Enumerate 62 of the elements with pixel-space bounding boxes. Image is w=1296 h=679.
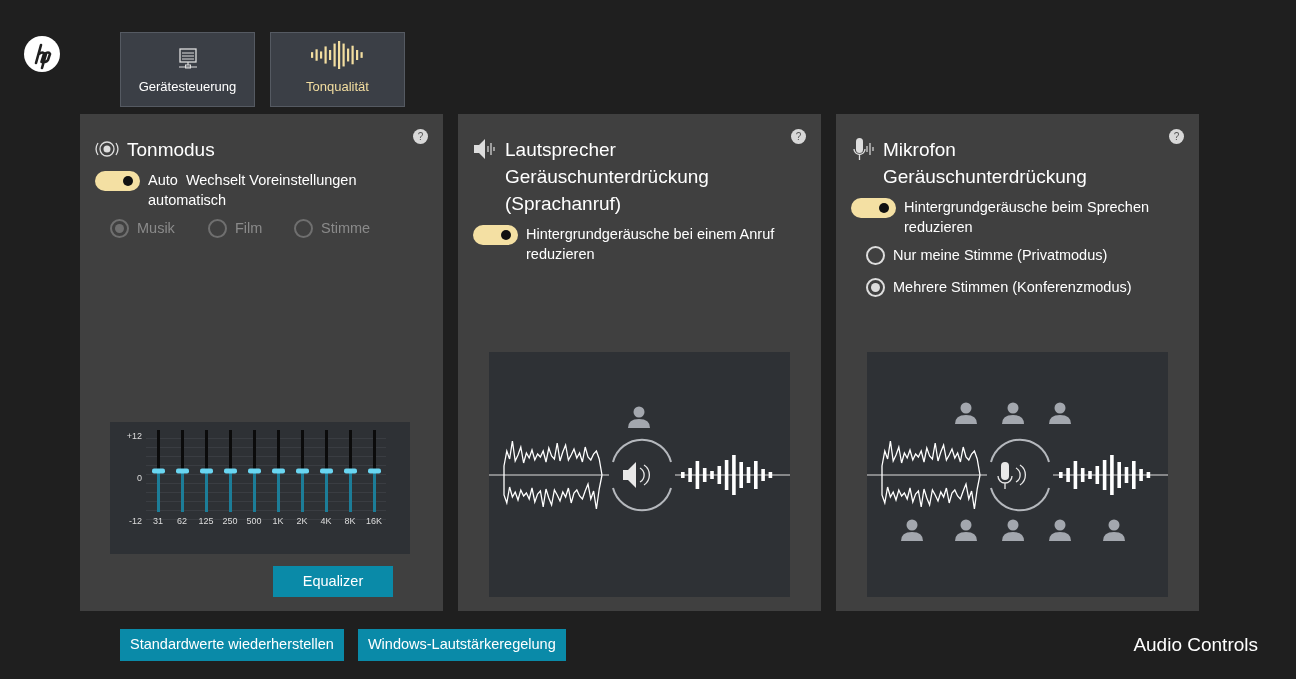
person-icon xyxy=(955,519,977,541)
slider-thumb[interactable] xyxy=(199,468,213,474)
band-label: 8K xyxy=(344,514,356,528)
help-button[interactable]: ? xyxy=(791,129,806,144)
option-label: Nur meine Stimme (Privatmodus) xyxy=(893,246,1108,265)
band-label: 31 xyxy=(153,514,163,528)
option-label: Film xyxy=(235,219,263,238)
band-label: 62 xyxy=(177,514,187,528)
option-label: Mehrere Stimmen (Konferenzmodus) xyxy=(893,278,1132,297)
toggle-switch[interactable] xyxy=(95,171,140,191)
slider-thumb[interactable] xyxy=(151,468,165,474)
slider-thumb[interactable] xyxy=(271,468,285,474)
footer-button[interactable]: Windows-Lautstärkeregelung xyxy=(357,629,566,661)
tab[interactable]: Gerätesteuerung xyxy=(120,32,255,107)
person-icon xyxy=(901,519,923,541)
band-label: 2K xyxy=(296,514,308,528)
equalizer-button[interactable]: Equalizer xyxy=(273,566,393,597)
toggle-label: Auto Wechselt Voreinstellungen automatisch xyxy=(148,171,358,210)
band-label: 125 xyxy=(198,514,214,528)
slider-thumb[interactable] xyxy=(223,468,237,474)
speaker-icon xyxy=(623,462,650,488)
band-label: 4K xyxy=(320,514,332,528)
person-icon xyxy=(1049,519,1071,541)
band-label: 250 xyxy=(222,514,238,528)
waveform-icon xyxy=(309,40,366,69)
toggle-label: Hintergrundgeräusche beim Sprechen reduzieren xyxy=(904,198,1151,237)
panel-title: Mikrofon Geräuschunterdrückung xyxy=(883,138,1087,189)
band-label: 1K xyxy=(272,514,284,528)
microphone-icon xyxy=(851,137,875,161)
person-icon xyxy=(1103,519,1125,541)
microphone-icon xyxy=(997,462,1026,490)
slider-thumb[interactable] xyxy=(175,468,189,474)
slider-thumb[interactable] xyxy=(343,468,357,474)
app-title: Audio Controls xyxy=(1133,632,1258,657)
option-label: Stimme xyxy=(321,219,371,238)
panel-title: Lautsprecher Geräuschunterdrückung (Sprachanruf) xyxy=(505,138,709,216)
panel-title: Tonmodus xyxy=(127,138,215,162)
footer-button[interactable]: Standardwerte wiederherstellen xyxy=(120,629,344,661)
band-label: 500 xyxy=(246,514,262,528)
person-icon xyxy=(1002,519,1024,541)
axis-label: +12 xyxy=(125,430,142,443)
logo-icon xyxy=(24,36,60,72)
tab[interactable]: Tonqualität xyxy=(270,32,405,107)
toggle-switch[interactable] xyxy=(851,198,896,218)
help-button[interactable]: ? xyxy=(1169,129,1184,144)
slider-thumb[interactable] xyxy=(247,468,261,474)
toggle-label: Hintergrundgeräusche bei einem Anruf reduzieren xyxy=(526,225,776,264)
slider-thumb[interactable] xyxy=(319,468,333,474)
slider-thumb[interactable] xyxy=(295,468,309,474)
toggle-switch[interactable] xyxy=(473,225,518,245)
axis-label: 0 xyxy=(136,472,142,486)
person-icon xyxy=(1002,402,1024,424)
help-button[interactable]: ? xyxy=(413,129,428,144)
axis-label: -12 xyxy=(128,514,142,528)
person-icon xyxy=(955,402,977,424)
band-label: 16K xyxy=(366,514,382,528)
person-icon xyxy=(1049,402,1071,424)
person-icon xyxy=(628,406,650,428)
speaker-icon xyxy=(473,137,497,161)
slider-thumb[interactable] xyxy=(367,468,381,474)
monitor-icon xyxy=(177,47,198,69)
option-label: Musik xyxy=(137,219,175,238)
